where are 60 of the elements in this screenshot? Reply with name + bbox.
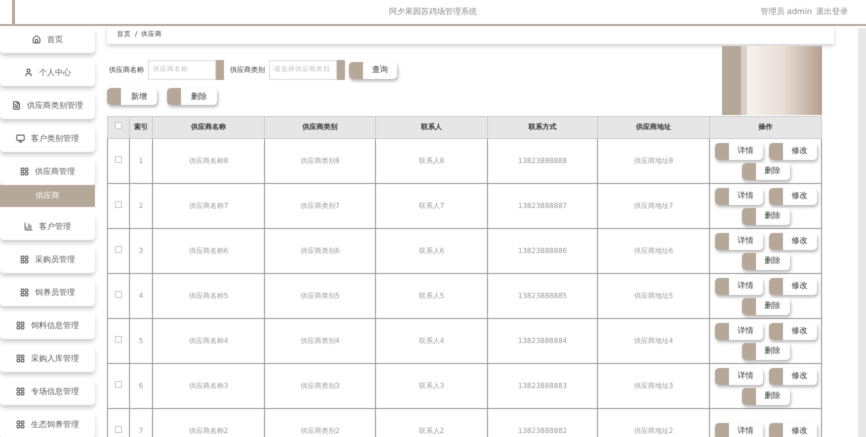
row-checkbox[interactable]	[115, 380, 122, 388]
sidebar-item[interactable]: 个人中心	[0, 59, 95, 86]
grid-icon	[16, 387, 25, 396]
edit-button[interactable]: 修改	[768, 232, 816, 250]
grid-icon	[16, 420, 25, 429]
detail-button[interactable]: 详情	[714, 142, 762, 160]
row-checkbox[interactable]	[115, 200, 122, 208]
edit-button[interactable]: 修改	[768, 142, 816, 160]
row-checkbox[interactable]	[115, 156, 122, 163]
select-all-checkbox[interactable]	[115, 122, 122, 130]
grid-icon	[16, 354, 25, 363]
row-checkbox[interactable]	[115, 426, 122, 433]
logout-link[interactable]: 退出登录	[816, 6, 848, 18]
detail-button[interactable]: 详情	[714, 422, 762, 437]
edit-button[interactable]: 修改	[768, 422, 816, 437]
home-icon	[32, 35, 41, 44]
delete-button[interactable]: 删除	[742, 298, 790, 314]
query-button[interactable]: 查询	[349, 62, 397, 78]
monitor-icon	[16, 134, 25, 143]
field-accent-bar	[216, 60, 224, 80]
sidebar-item[interactable]: 采购员管理	[0, 246, 95, 273]
delete-button[interactable]: 删除	[742, 252, 790, 270]
sidebar-item[interactable]: 饲料信息管理	[0, 312, 95, 339]
user-icon	[24, 68, 33, 77]
detail-button[interactable]: 详情	[714, 368, 762, 384]
edit-button[interactable]: 修改	[768, 322, 816, 340]
sidebar-item[interactable]: 供应商管理	[0, 158, 95, 185]
sidebar-item[interactable]: 首页	[0, 26, 95, 53]
grid-icon	[16, 321, 25, 330]
delete-button[interactable]: 删除	[742, 162, 790, 180]
sidebar-item[interactable]: 生态饲养管理	[0, 411, 95, 437]
detail-button[interactable]: 详情	[714, 232, 762, 250]
detail-button[interactable]: 详情	[714, 278, 762, 294]
edit-button[interactable]: 修改	[768, 188, 816, 204]
row-checkbox[interactable]	[115, 246, 122, 253]
edit-button[interactable]: 修改	[768, 278, 816, 294]
sidebar-item[interactable]: 客户管理	[0, 213, 95, 240]
delete-button[interactable]: 删除	[742, 208, 790, 224]
sidebar-item[interactable]: 客户类别管理	[0, 125, 95, 152]
sidebar-item[interactable]: 采购入库管理	[0, 345, 95, 372]
grid-icon	[20, 167, 29, 176]
detail-button[interactable]: 详情	[714, 322, 762, 340]
row-checkbox[interactable]	[115, 290, 122, 298]
delete-button[interactable]: 删除	[742, 388, 790, 404]
sidebar-item[interactable]: 专场信息管理	[0, 378, 95, 405]
grid-icon	[20, 255, 29, 264]
sidebar-item[interactable]: 饲养员管理	[0, 279, 95, 306]
add-button[interactable]: 新增	[107, 88, 157, 105]
user-label: 管理员 admin	[760, 6, 812, 18]
detail-button[interactable]: 详情	[714, 188, 762, 204]
row-checkbox[interactable]	[115, 336, 122, 343]
document-icon	[12, 101, 21, 110]
grid-icon	[20, 288, 29, 297]
delete-button[interactable]: 删除	[167, 88, 217, 105]
edit-button[interactable]: 修改	[768, 368, 816, 384]
app-title: 阿夕果园苏鸡场管理系统	[389, 6, 477, 18]
field-accent-bar	[337, 60, 345, 80]
delete-button[interactable]: 删除	[742, 342, 790, 360]
bar-chart-icon	[24, 222, 33, 231]
sidebar-item[interactable]: 供应商类别管理	[0, 92, 95, 119]
